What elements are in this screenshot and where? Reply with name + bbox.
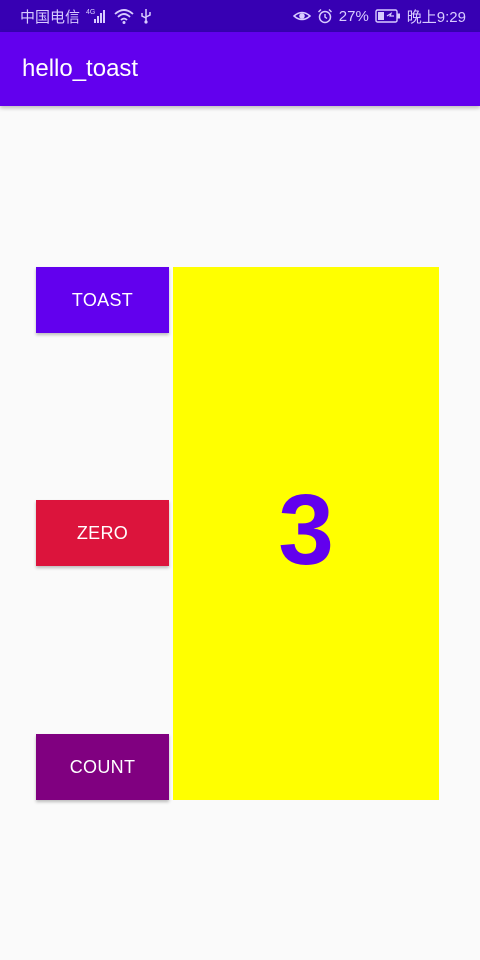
battery-percent: 27% (338, 7, 369, 25)
status-bar-right: 27% 晚上9:29 (292, 6, 466, 27)
wifi-icon (114, 8, 134, 24)
network-tag: 4G (86, 9, 95, 16)
eye-icon (292, 9, 311, 23)
clock-time: 晚上9:29 (406, 8, 466, 26)
signal-icon: 4G (86, 8, 108, 24)
status-bar-left: 中国电信 4G (20, 6, 152, 27)
app-bar: hello_toast (0, 32, 480, 106)
count-panel: 3 (173, 267, 439, 800)
toast-button[interactable]: TOAST (36, 267, 169, 333)
count-button[interactable]: COUNT (36, 734, 169, 800)
status-bar: 中国电信 4G 27% 晚上9:29 (0, 0, 480, 32)
battery-icon (375, 9, 401, 23)
app-title: hello_toast (22, 55, 139, 82)
zero-button[interactable]: ZERO (36, 500, 169, 566)
usb-icon (140, 8, 152, 24)
count-value: 3 (278, 473, 334, 586)
alarm-icon (317, 8, 333, 24)
carrier-name: 中国电信 (20, 8, 81, 26)
